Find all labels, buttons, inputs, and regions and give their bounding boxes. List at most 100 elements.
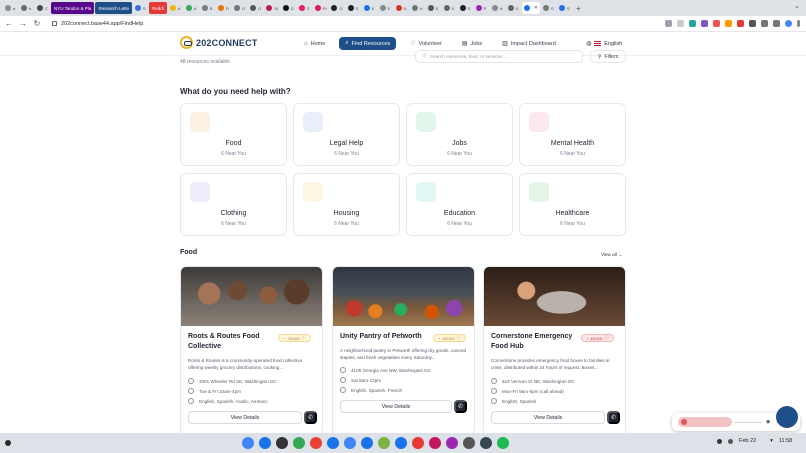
taskbar-app-icon[interactable]	[395, 437, 407, 449]
new-tab-icon[interactable]: +	[576, 4, 581, 13]
category-card-clothing[interactable]: Clothing 6 Near You	[180, 173, 287, 236]
browser-tab[interactable]: D	[394, 2, 409, 14]
taskbar-app-icon[interactable]	[412, 437, 424, 449]
view-details-button[interactable]: View Details	[340, 400, 452, 413]
category-card-legal-help[interactable]: Legal Help 6 Near You	[293, 103, 400, 166]
view-all-link[interactable]: View all →	[601, 252, 623, 257]
browser-tab[interactable]: A	[168, 2, 183, 14]
category-card-food[interactable]: Food 6 Near You	[180, 103, 287, 166]
extension-icon[interactable]	[725, 20, 732, 27]
extension-icon[interactable]	[713, 20, 720, 27]
browser-tab[interactable]: ✕	[521, 2, 540, 14]
browser-tab[interactable]: G	[248, 2, 263, 14]
browser-tab[interactable]: S	[442, 2, 457, 14]
browser-tab[interactable]: S	[458, 2, 473, 14]
nav-home[interactable]: ⌂ Home	[298, 38, 331, 50]
profile-avatar[interactable]	[785, 20, 792, 27]
category-card-jobs[interactable]: Jobs 6 Near You	[406, 103, 513, 166]
taskbar-app-icon[interactable]	[310, 437, 322, 449]
media-progress[interactable]	[678, 417, 732, 427]
taskbar-app-icon[interactable]	[293, 437, 305, 449]
browser-tab[interactable]: Pi	[313, 2, 329, 14]
notifications-icon[interactable]	[728, 438, 733, 444]
browser-tab[interactable]: b	[19, 2, 34, 14]
help-chat-button[interactable]	[776, 406, 798, 428]
nav-volunteer[interactable]: ♡ Volunteer	[404, 37, 448, 50]
site-logo[interactable]: 202CONNECT	[180, 36, 258, 49]
extension-icon[interactable]	[701, 20, 708, 27]
taskbar-app-icon[interactable]	[242, 437, 254, 449]
category-card-housing[interactable]: Housing 6 Near You	[293, 173, 400, 236]
resource-title[interactable]: Cornerstone Emergency Food Hub	[491, 332, 583, 352]
cast-icon[interactable]	[665, 20, 672, 27]
search-input[interactable]: ⌕ Search resources, food, or services...	[415, 50, 583, 63]
browser-tab[interactable]: C	[35, 2, 50, 14]
resource-title[interactable]: Unity Pantry of Petworth	[340, 332, 432, 342]
filters-button[interactable]: ⚲ Filters	[590, 50, 626, 63]
menu-icon[interactable]	[797, 20, 800, 27]
launcher-icon[interactable]	[5, 440, 11, 446]
browser-tab[interactable]: G	[541, 2, 556, 14]
forward-icon[interactable]: →	[18, 19, 28, 28]
tab-search-icon[interactable]: ⌄	[794, 2, 800, 10]
back-icon[interactable]: ←	[4, 19, 14, 28]
browser-tab[interactable]: S	[557, 2, 572, 14]
browser-tab[interactable]: H	[410, 2, 425, 14]
browser-tab[interactable]: B	[200, 2, 215, 14]
browser-tab[interactable]: Reddi	[148, 2, 167, 14]
tab-close-icon[interactable]: ✕	[534, 5, 538, 11]
category-card-education[interactable]: Education 6 Near You	[406, 173, 513, 236]
browser-tab[interactable]: A	[184, 2, 199, 14]
site-info-icon[interactable]	[52, 21, 57, 26]
browser-tab[interactable]: Z	[297, 2, 312, 14]
system-tray[interactable]: Feb 22 ▾ 11:58	[717, 438, 792, 444]
extension-icon[interactable]	[737, 20, 744, 27]
browser-tab[interactable]: Fi	[216, 2, 231, 14]
browser-tab[interactable]: S	[133, 2, 148, 14]
browser-tab[interactable]: S	[426, 2, 441, 14]
taskbar-app-icon[interactable]	[480, 437, 492, 449]
language-selector[interactable]: ◍ English	[586, 40, 622, 48]
taskbar-app-icon[interactable]	[446, 437, 458, 449]
screen-share-icon[interactable]: ◉	[766, 419, 770, 425]
side-panel-icon[interactable]	[773, 20, 780, 27]
address-bar[interactable]: 202connect.base44.app/FindHelp	[52, 21, 661, 27]
browser-tab[interactable]: E	[362, 2, 377, 14]
taskbar-app-icon[interactable]	[429, 437, 441, 449]
browser-tab[interactable]: D	[281, 2, 296, 14]
taskbar-app-icon[interactable]	[378, 437, 390, 449]
category-card-mental-health[interactable]: Mental Health 6 Near You	[519, 103, 626, 166]
browser-tab[interactable]: G	[506, 2, 521, 14]
browser-tab[interactable]: P	[474, 2, 489, 14]
category-card-healthcare[interactable]: Healthcare 6 Near You	[519, 173, 626, 236]
browser-tab[interactable]: G	[232, 2, 247, 14]
browser-tab[interactable]: E	[378, 2, 393, 14]
phone-call-button[interactable]: ✆	[454, 400, 467, 413]
browser-tab[interactable]: S	[346, 2, 361, 14]
taskbar-app-icon[interactable]	[463, 437, 475, 449]
view-details-button[interactable]: View Details	[188, 411, 302, 424]
nav-jobs[interactable]: ▤ Jobs	[456, 37, 488, 50]
browser-tab[interactable]: NYU Tandon & Pla	[51, 2, 95, 14]
taskbar-app-icon[interactable]	[361, 437, 373, 449]
reload-icon[interactable]: ↻	[32, 19, 42, 28]
browser-tab[interactable]: a	[3, 2, 18, 14]
extensions-puzzle-icon[interactable]	[761, 20, 768, 27]
extension-icon[interactable]	[749, 20, 756, 27]
taskbar-app-icon[interactable]	[327, 437, 339, 449]
taskbar-app-icon[interactable]	[259, 437, 271, 449]
taskbar-app-icon[interactable]	[276, 437, 288, 449]
resource-title[interactable]: Roots & Routes Food Collective	[188, 332, 280, 352]
taskbar-app-icon[interactable]	[497, 437, 509, 449]
nav-find-resources[interactable]: ⌕ Find Resources	[339, 37, 397, 50]
browser-tab[interactable]: G	[329, 2, 344, 14]
bookmark-star-icon[interactable]	[677, 20, 684, 27]
stylus-icon[interactable]	[717, 438, 722, 444]
view-details-button[interactable]: View Details	[491, 411, 605, 424]
extension-icon[interactable]	[689, 20, 696, 27]
browser-tab[interactable]: Research Lette	[95, 2, 132, 14]
media-seek-line[interactable]	[734, 421, 762, 423]
taskbar-app-icon[interactable]	[344, 437, 356, 449]
phone-call-button[interactable]: ✆	[304, 411, 317, 424]
browser-tab[interactable]: H	[490, 2, 505, 14]
